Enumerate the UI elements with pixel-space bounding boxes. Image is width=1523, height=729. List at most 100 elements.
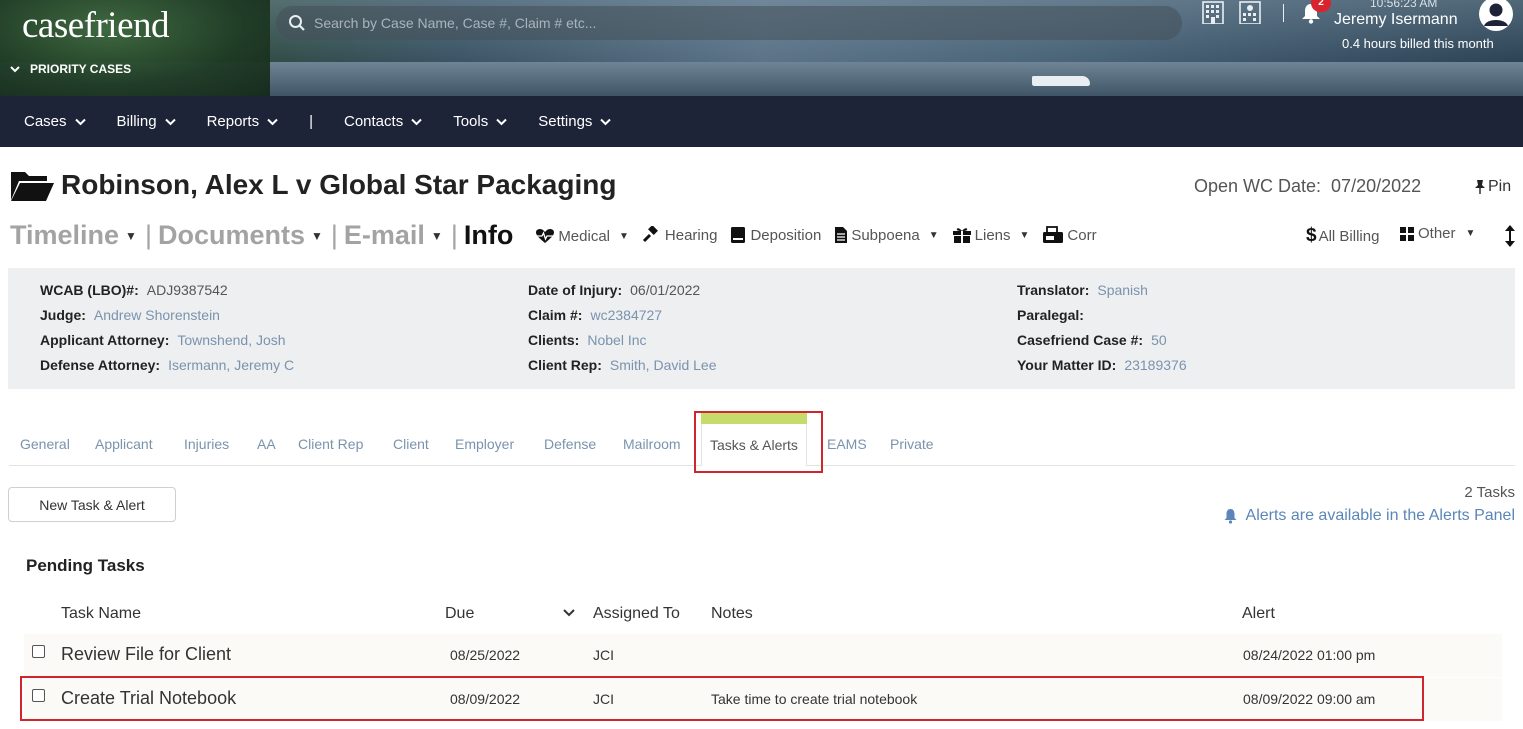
chevron-down-icon bbox=[10, 66, 20, 73]
global-search[interactable] bbox=[276, 6, 1182, 40]
all-billing-button[interactable]: $ All Billing bbox=[1306, 225, 1379, 247]
table-row[interactable]: Create Trial Notebook 08/09/2022 JCI Tak… bbox=[24, 678, 1502, 721]
info-link[interactable]: Townshend, Josh bbox=[177, 332, 285, 357]
caret-down-icon[interactable]: ▼ bbox=[125, 229, 137, 243]
col-task-name[interactable]: Task Name bbox=[61, 605, 141, 623]
section-corr[interactable]: Corr bbox=[1042, 226, 1097, 244]
section-liens[interactable]: Liens ▼ bbox=[952, 226, 1029, 244]
tab-aa[interactable]: AA bbox=[257, 436, 276, 452]
info-client-rep: Client Rep: Smith, David Lee bbox=[528, 357, 717, 382]
info-link[interactable]: Nobel Inc bbox=[587, 332, 646, 357]
app-logo[interactable]: casefriend bbox=[22, 4, 170, 47]
tab-applicant[interactable]: Applicant bbox=[95, 436, 153, 452]
info-paralegal: Paralegal: bbox=[1017, 307, 1187, 332]
section-liens-label: Liens bbox=[974, 226, 1011, 244]
task-due: 08/09/2022 bbox=[450, 691, 521, 707]
folder-open-icon bbox=[11, 172, 54, 201]
col-alert[interactable]: Alert bbox=[1242, 605, 1275, 623]
alerts-panel-note[interactable]: Alerts are available in the Alerts Panel bbox=[1223, 507, 1515, 525]
active-tab-indicator bbox=[701, 413, 807, 424]
col-assigned-to[interactable]: Assigned To bbox=[593, 605, 680, 623]
info-judge: Judge: Andrew Shorenstein bbox=[40, 307, 294, 332]
section-timeline[interactable]: Timeline bbox=[10, 220, 119, 251]
nav-reports-label: Reports bbox=[206, 113, 260, 130]
chevron-down-icon bbox=[267, 118, 278, 125]
nav-cases[interactable]: Cases bbox=[24, 113, 86, 130]
search-input[interactable] bbox=[314, 15, 1174, 31]
info-link[interactable]: wc2384727 bbox=[590, 307, 662, 332]
tab-general[interactable]: General bbox=[20, 436, 70, 452]
task-alert: 08/24/2022 01:00 pm bbox=[1243, 647, 1376, 663]
section-corr-label: Corr bbox=[1067, 226, 1097, 244]
section-documents[interactable]: Documents bbox=[158, 220, 305, 251]
section-hearing-label: Hearing bbox=[664, 226, 718, 244]
task-checkbox[interactable] bbox=[32, 645, 45, 658]
building-icon[interactable] bbox=[1200, 0, 1226, 24]
org-chart-icon[interactable] bbox=[1237, 0, 1263, 24]
caret-down-icon[interactable]: ▼ bbox=[431, 229, 443, 243]
section-deposition-label: Deposition bbox=[750, 226, 822, 244]
header-divider bbox=[1283, 4, 1284, 22]
section-info[interactable]: Info bbox=[464, 220, 513, 251]
nav-reports[interactable]: Reports bbox=[207, 113, 279, 130]
task-name[interactable]: Create Trial Notebook bbox=[61, 688, 236, 709]
info-link[interactable]: 50 bbox=[1151, 332, 1167, 357]
nav-billing[interactable]: Billing bbox=[117, 113, 176, 130]
section-medical-label: Medical bbox=[558, 227, 610, 245]
case-sections: Timeline ▼ | Documents ▼ | E-mail ▼ | In… bbox=[10, 220, 1110, 254]
table-row[interactable]: Review File for Client 08/25/2022 JCI 08… bbox=[24, 634, 1502, 677]
user-avatar-icon[interactable] bbox=[1478, 0, 1514, 32]
expand-vertical-icon[interactable] bbox=[1504, 224, 1516, 248]
info-link[interactable]: Isermann, Jeremy C bbox=[168, 357, 294, 382]
chevron-down-icon bbox=[74, 118, 86, 125]
gift-icon bbox=[952, 228, 971, 243]
user-name[interactable]: Jeremy Isermann bbox=[1334, 11, 1458, 29]
section-email[interactable]: E-mail bbox=[344, 220, 425, 251]
tab-employer[interactable]: Employer bbox=[455, 436, 514, 452]
pin-icon bbox=[1475, 180, 1485, 194]
info-label: Client Rep: bbox=[528, 357, 602, 373]
caret-down-icon[interactable]: ▼ bbox=[311, 229, 323, 243]
info-link[interactable]: Smith, David Lee bbox=[610, 357, 717, 382]
sort-chevron-down-icon[interactable] bbox=[562, 606, 576, 620]
header-banner: casefriend PRIORITY CASES 2 10:56:23 AM … bbox=[0, 0, 1523, 96]
col-notes[interactable]: Notes bbox=[711, 605, 753, 623]
section-subpoena[interactable]: Subpoena ▼ bbox=[834, 226, 939, 244]
task-checkbox[interactable] bbox=[32, 689, 45, 702]
info-label: Translator: bbox=[1017, 282, 1090, 298]
all-billing-label: All Billing bbox=[1318, 227, 1380, 245]
banner-boat bbox=[1032, 76, 1090, 86]
info-applicant-attorney: Applicant Attorney: Townshend, Josh bbox=[40, 332, 294, 357]
info-label: Date of Injury: bbox=[528, 282, 623, 298]
open-wc-date-value: 07/20/2022 bbox=[1331, 176, 1422, 196]
nav-contacts[interactable]: Contacts bbox=[344, 113, 422, 130]
pin-label: Pin bbox=[1488, 178, 1512, 195]
section-hearing[interactable]: Hearing bbox=[642, 226, 718, 244]
info-link[interactable]: 23189376 bbox=[1124, 357, 1186, 382]
priority-cases-label: PRIORITY CASES bbox=[30, 62, 132, 76]
other-menu[interactable]: Other ▼ bbox=[1400, 225, 1475, 242]
nav-tools[interactable]: Tools bbox=[453, 113, 507, 130]
new-task-alert-button[interactable]: New Task & Alert bbox=[8, 487, 176, 522]
tab-tasks-alerts[interactable]: Tasks & Alerts bbox=[701, 412, 807, 466]
priority-cases-toggle[interactable]: PRIORITY CASES bbox=[10, 62, 131, 76]
tab-private[interactable]: Private bbox=[890, 436, 934, 452]
info-link[interactable]: Spanish bbox=[1097, 282, 1148, 307]
section-deposition[interactable]: Deposition bbox=[730, 226, 821, 244]
tab-injuries[interactable]: Injuries bbox=[184, 436, 229, 452]
col-due[interactable]: Due bbox=[445, 605, 474, 623]
tab-eams[interactable]: EAMS bbox=[827, 436, 867, 452]
info-clients: Clients: Nobel Inc bbox=[528, 332, 717, 357]
tab-client[interactable]: Client bbox=[393, 436, 429, 452]
nav-settings[interactable]: Settings bbox=[538, 113, 612, 130]
task-name[interactable]: Review File for Client bbox=[61, 644, 231, 665]
tab-mailroom[interactable]: Mailroom bbox=[623, 436, 681, 452]
tab-defense[interactable]: Defense bbox=[544, 436, 596, 452]
clock-text: 10:56:23 AM bbox=[1370, 0, 1438, 10]
nav-billing-label: Billing bbox=[116, 113, 157, 130]
section-medical[interactable]: Medical ▼ bbox=[535, 228, 629, 245]
info-link[interactable]: Andrew Shorenstein bbox=[94, 307, 220, 332]
tab-client-rep[interactable]: Client Rep bbox=[298, 436, 363, 452]
chevron-down-icon bbox=[411, 118, 422, 125]
pin-button[interactable]: Pin bbox=[1474, 178, 1511, 196]
